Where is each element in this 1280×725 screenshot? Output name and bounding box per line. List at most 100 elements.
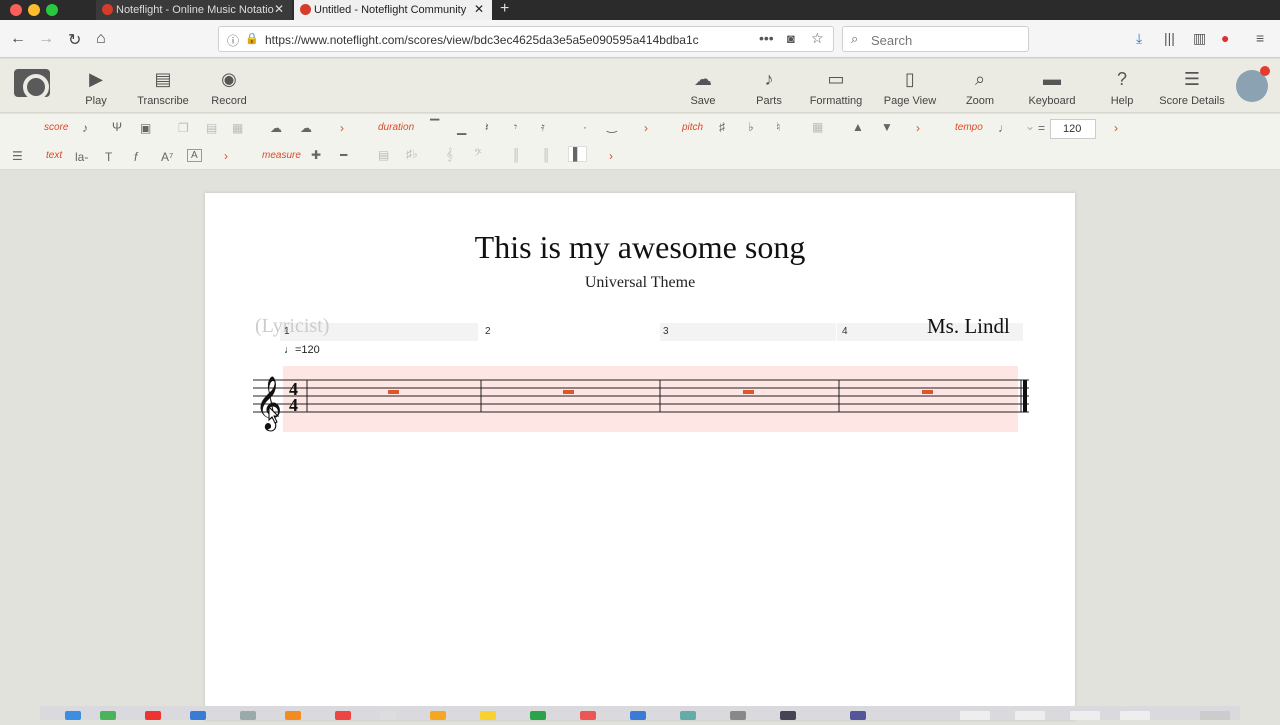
url-text[interactable]: https://www.noteflight.com/scores/view/b… <box>265 33 725 47</box>
duration-palette-label[interactable]: duration <box>378 122 414 133</box>
hamburger-menu-icon[interactable]: ☰ <box>12 149 23 163</box>
score-subtitle[interactable]: Universal Theme <box>205 274 1075 292</box>
measure-palette-label[interactable]: measure <box>262 150 301 161</box>
text-palette-label[interactable]: text <box>46 150 62 161</box>
chord-symbol-icon[interactable]: A⁷ <box>161 150 173 164</box>
quarter-rest-icon[interactable]: 𝄽 <box>485 120 489 135</box>
tuning-fork-icon[interactable]: Ψ <box>112 120 122 134</box>
home-icon[interactable]: ⌂ <box>96 30 106 48</box>
save-button[interactable]: ☁ Save <box>665 67 741 107</box>
cloud-down-icon[interactable]: ☁ <box>300 121 312 135</box>
help-button[interactable]: ? Help <box>1084 67 1160 107</box>
expand-measure-icon[interactable]: › <box>609 149 613 163</box>
tempo-input[interactable]: 120 <box>1050 119 1096 139</box>
play-button[interactable]: ▶ Play <box>58 67 134 107</box>
browser-tab-untitled[interactable]: Untitled - Noteflight Community ✕ <box>294 0 492 20</box>
transcribe-label: Transcribe <box>137 95 189 107</box>
keyboard-button[interactable]: ▬ Keyboard <box>1014 67 1090 107</box>
sidebar-icon[interactable]: ▥ <box>1193 30 1206 47</box>
tempo-dropdown-icon[interactable]: ⌄ <box>1025 119 1035 133</box>
treble-clef-icon[interactable]: 𝄞 <box>446 147 453 162</box>
record-icon: ◉ <box>221 69 237 89</box>
close-tab-icon[interactable]: ✕ <box>274 2 284 16</box>
download-icon[interactable]: ⤓ <box>1136 30 1142 47</box>
barline-icon[interactable]: ║ <box>512 148 521 162</box>
zoom-button[interactable]: ⌕ Zoom <box>942 67 1018 107</box>
natural-icon[interactable]: ♮ <box>776 120 780 134</box>
close-tab-icon[interactable]: ✕ <box>474 2 484 16</box>
composer-text[interactable]: Ms. Lindl <box>927 314 1010 339</box>
double-barline-icon[interactable]: ║ <box>542 148 551 162</box>
half-rest-icon[interactable]: ▁ <box>457 121 466 135</box>
tie-icon[interactable]: ‿ <box>607 119 617 133</box>
expand-pitch-icon[interactable]: › <box>916 121 920 135</box>
parts-button[interactable]: ♪ Parts <box>731 67 807 107</box>
page-view-button[interactable]: ▯ Page View <box>872 67 948 107</box>
forward-icon[interactable]: → <box>38 30 54 48</box>
music-staff[interactable]: 𝄞 4 4 <box>245 358 1035 438</box>
new-tab-button[interactable]: + <box>500 0 509 18</box>
time-signature-icon[interactable]: ▤ <box>378 148 389 162</box>
quarter-note-icon[interactable]: ♩ <box>998 121 1010 135</box>
measure-number: 3 <box>663 326 669 337</box>
pitch-up-icon[interactable]: ▲ <box>852 120 864 134</box>
instrument-icon[interactable]: ♪ <box>82 121 88 135</box>
url-bar[interactable]: ⓘ 🔒 https://www.noteflight.com/scores/vi… <box>218 26 834 52</box>
more-icon[interactable]: ••• <box>759 30 774 46</box>
bookmark-star-icon[interactable]: ☆ <box>811 30 824 47</box>
expand-text-icon[interactable]: › <box>224 149 228 163</box>
menu-icon[interactable]: ≡ <box>1256 30 1264 46</box>
remove-measure-icon[interactable]: ━ <box>340 148 347 162</box>
score-details-button[interactable]: ☰ Score Details <box>1154 67 1230 107</box>
dot-icon[interactable]: · <box>583 120 587 134</box>
score-palette-label[interactable]: score <box>44 122 68 133</box>
tempo-marking[interactable]: ♩=120 <box>284 344 320 356</box>
tempo-palette-label[interactable]: tempo <box>955 122 983 133</box>
key-signature-icon[interactable]: ♯♭ <box>406 147 418 161</box>
back-icon[interactable]: ← <box>10 30 26 48</box>
box-text-icon[interactable]: A <box>187 149 202 162</box>
sharp-icon[interactable]: ♯ <box>719 120 725 134</box>
pitch-down-icon[interactable]: ▼ <box>881 120 893 134</box>
browser-tab-noteflight[interactable]: Noteflight - Online Music Notatio ✕ <box>96 0 292 20</box>
flat-icon[interactable]: ♭ <box>748 120 754 134</box>
guitar-icon: ♪ <box>764 69 774 89</box>
search-input[interactable]: ⌕ Search <box>842 26 1029 52</box>
expand-tempo-icon[interactable]: › <box>1114 121 1118 135</box>
sixteenth-rest-icon[interactable]: 𝄿 <box>541 120 545 135</box>
expand-score-icon[interactable]: › <box>340 121 344 135</box>
record-button[interactable]: ◉ Record <box>191 67 267 107</box>
library-icon[interactable]: ||| <box>1164 30 1175 46</box>
expand-duration-icon[interactable]: › <box>644 121 648 135</box>
transpose-icon[interactable]: ▦ <box>812 120 823 134</box>
final-barline-icon[interactable]: ▌ <box>568 146 587 162</box>
add-measure-icon[interactable]: ✚ <box>311 148 321 162</box>
eighth-rest-icon[interactable]: 𝄾 <box>514 120 517 135</box>
pitch-palette-label[interactable]: pitch <box>682 122 703 133</box>
close-window-button[interactable] <box>10 4 22 16</box>
layout-icon[interactable]: ▦ <box>232 121 243 135</box>
parts-label: Parts <box>756 95 782 107</box>
text-icon[interactable]: T <box>105 150 112 164</box>
minimize-window-button[interactable] <box>28 4 40 16</box>
user-avatar[interactable] <box>1236 66 1270 102</box>
lyricist-text[interactable]: (Lyricist) <box>255 315 329 338</box>
pinterest-icon[interactable]: ● <box>1221 30 1229 46</box>
page-break-icon[interactable]: ▤ <box>206 121 217 135</box>
maximize-window-button[interactable] <box>46 4 58 16</box>
transcribe-button[interactable]: ▤ Transcribe <box>125 67 201 107</box>
cloud-up-icon[interactable]: ☁ <box>270 121 282 135</box>
bass-clef-icon[interactable]: 𝄢 <box>474 147 482 162</box>
info-icon[interactable]: ⓘ <box>227 32 239 49</box>
copy-icon[interactable]: ❐ <box>178 121 189 135</box>
reload-icon[interactable]: ↻ <box>68 30 81 50</box>
noteflight-logo-icon[interactable] <box>14 69 50 100</box>
score-setup-icon[interactable]: ▣ <box>140 121 151 135</box>
whole-rest-icon[interactable]: ▔ <box>430 119 439 133</box>
pocket-icon[interactable]: ◙ <box>787 31 795 46</box>
formatting-button[interactable]: ▭ Formatting <box>798 67 874 107</box>
dock-icons[interactable] <box>40 706 1240 720</box>
score-title[interactable]: This is my awesome song <box>205 229 1075 266</box>
lyric-icon[interactable]: la- <box>75 150 88 164</box>
dynamic-icon[interactable]: f <box>134 150 137 164</box>
